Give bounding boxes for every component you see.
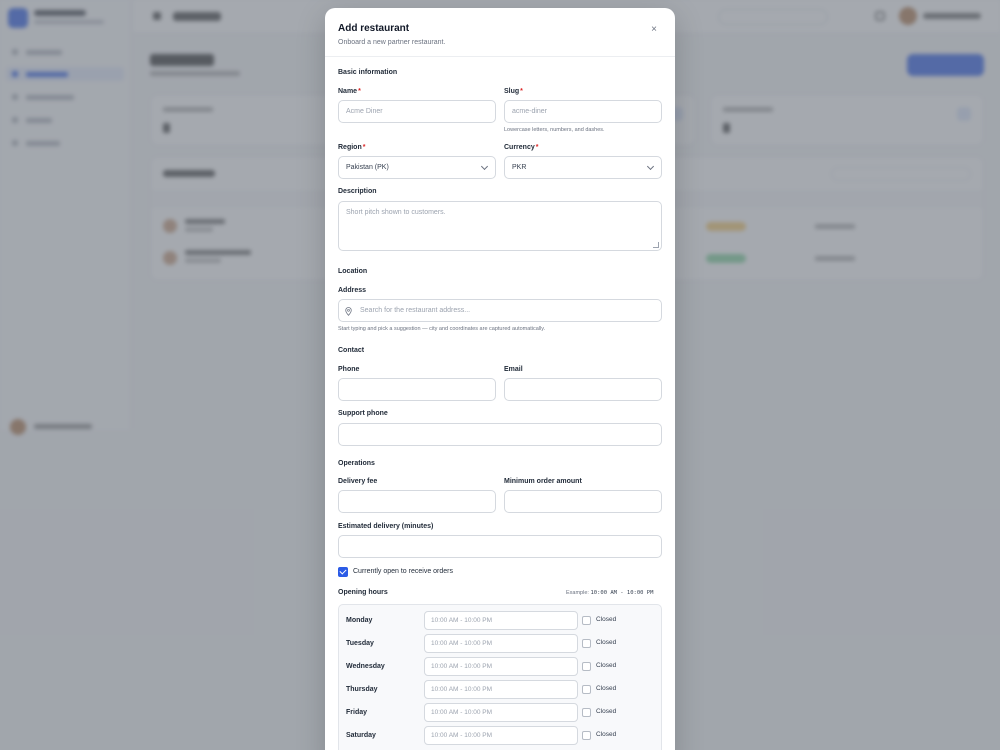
closed-checkbox[interactable] xyxy=(582,616,591,625)
support-phone-label: Support phone xyxy=(338,410,388,417)
closed-checkbox[interactable] xyxy=(582,639,591,648)
slug-label: Slug* xyxy=(504,88,523,95)
minimum-order-input[interactable] xyxy=(504,490,662,513)
name-input[interactable]: Acme Diner xyxy=(338,100,496,123)
address-hint: Start typing and pick a suggestion — cit… xyxy=(338,326,546,332)
minimum-order-label: Minimum order amount xyxy=(504,478,582,485)
closed-checkbox[interactable] xyxy=(582,685,591,694)
closed-label: Closed xyxy=(596,616,617,623)
required-mark: * xyxy=(535,144,539,151)
hours-input[interactable]: 10:00 AM - 10:00 PM xyxy=(424,680,578,699)
closed-checkbox[interactable] xyxy=(582,731,591,740)
address-label: Address xyxy=(338,287,367,294)
dialog-header: Add restaurant Onboard a new partner res… xyxy=(325,8,675,57)
section-basic-information: Basic information xyxy=(338,69,398,76)
closed-label: Closed xyxy=(596,685,617,692)
closed-label: Closed xyxy=(596,731,617,738)
name-label: Name* xyxy=(338,88,361,95)
closed-label: Closed xyxy=(596,662,617,669)
delivery-fee-input[interactable] xyxy=(338,490,496,513)
closed-label: Closed xyxy=(596,639,617,646)
day-label: Monday xyxy=(346,617,373,624)
required-mark: * xyxy=(520,88,523,95)
section-location: Location xyxy=(338,268,368,275)
day-label: Thursday xyxy=(346,686,378,693)
opening-hours-panel: Monday 10:00 AM - 10:00 PM Closed Tuesday 10… xyxy=(338,604,662,750)
dialog-title: Add restaurant xyxy=(338,23,410,34)
support-phone-input[interactable] xyxy=(338,423,662,446)
section-contact: Contact xyxy=(338,347,365,354)
currency-select[interactable]: PKR xyxy=(504,156,662,179)
add-restaurant-dialog: Add restaurant Onboard a new partner res… xyxy=(325,8,675,750)
description-textarea[interactable]: Short pitch shown to customers. xyxy=(338,201,662,251)
currency-label: Currency* xyxy=(504,144,539,151)
region-value: Pakistan (PK) xyxy=(346,164,389,171)
chevron-down-icon xyxy=(480,162,489,171)
currency-value: PKR xyxy=(512,164,527,171)
slug-hint: Lowercase letters, numbers, and dashes. xyxy=(504,127,605,133)
required-mark: * xyxy=(358,88,361,95)
estimated-delivery-label: Estimated delivery (minutes) xyxy=(338,523,434,530)
resize-handle-icon[interactable] xyxy=(653,242,659,248)
map-pin-icon xyxy=(345,307,352,316)
phone-label: Phone xyxy=(338,366,360,373)
open-orders-checkbox[interactable] xyxy=(338,567,348,577)
email-label: Email xyxy=(504,366,523,373)
estimated-delivery-input[interactable] xyxy=(338,535,662,558)
day-label: Saturday xyxy=(346,732,376,739)
description-label: Description xyxy=(338,188,377,195)
region-label: Region* xyxy=(338,144,366,151)
opening-hours-example: Example: 10:00 AM - 10:00 PM xyxy=(566,590,654,596)
address-search-input[interactable]: Search for the restaurant address... xyxy=(338,299,662,322)
hours-input[interactable]: 10:00 AM - 10:00 PM xyxy=(424,611,578,630)
day-label: Friday xyxy=(346,709,368,716)
closed-label: Closed xyxy=(596,708,617,715)
delivery-fee-label: Delivery fee xyxy=(338,478,378,485)
slug-input[interactable]: acme-diner xyxy=(504,100,662,123)
closed-checkbox[interactable] xyxy=(582,708,591,717)
section-operations: Operations xyxy=(338,460,375,467)
closed-checkbox[interactable] xyxy=(582,662,591,671)
phone-input[interactable] xyxy=(338,378,496,401)
region-select[interactable]: Pakistan (PK) xyxy=(338,156,496,179)
day-label: Tuesday xyxy=(346,640,374,647)
opening-hours-title: Opening hours xyxy=(338,589,388,596)
email-input[interactable] xyxy=(504,378,662,401)
hours-input[interactable]: 10:00 AM - 10:00 PM xyxy=(424,657,578,676)
required-mark: * xyxy=(362,144,366,151)
hours-input[interactable]: 10:00 AM - 10:00 PM xyxy=(424,703,578,722)
open-orders-label: Currently open to receive orders xyxy=(353,568,453,575)
hours-input[interactable]: 10:00 AM - 10:00 PM xyxy=(424,726,578,745)
dialog-subtitle: Onboard a new partner restaurant. xyxy=(338,39,446,46)
chevron-down-icon xyxy=(646,162,655,171)
hours-input[interactable]: 10:00 AM - 10:00 PM xyxy=(424,634,578,653)
close-icon[interactable]: × xyxy=(647,23,661,37)
day-label: Wednesday xyxy=(346,663,385,670)
